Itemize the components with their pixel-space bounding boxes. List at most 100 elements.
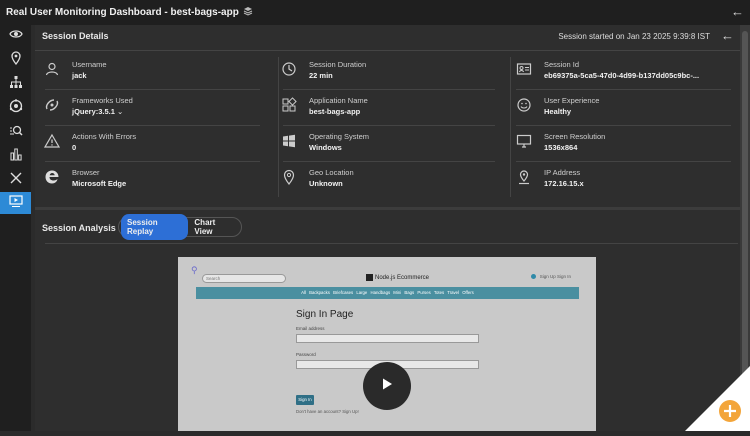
field-browser: Browser Microsoft Edge — [40, 161, 255, 197]
field-value: jack — [72, 71, 87, 80]
monitor-icon — [516, 133, 532, 149]
replay-heading: Sign In Page — [296, 309, 354, 320]
replay-email-label: Email address — [296, 326, 325, 331]
field-label: Operating System — [309, 132, 370, 141]
field-value: jQuery:3.5.1 ⌄ — [72, 107, 123, 116]
replay-search-input: Search — [202, 274, 286, 283]
chevron-down-icon[interactable]: ⌄ — [117, 107, 123, 116]
field-label: Actions With Errors — [72, 132, 137, 141]
zoom-plus-icon — [685, 366, 686, 367]
field-user-experience: User Experience Healthy — [512, 89, 727, 125]
network-icon — [9, 98, 23, 118]
smiley-icon — [516, 97, 532, 113]
main-panel: Session Details Session started on Jan 2… — [35, 25, 740, 431]
divider — [35, 50, 740, 51]
sidebar-item-location[interactable] — [0, 49, 31, 71]
divider — [283, 161, 495, 162]
edge-icon — [44, 169, 60, 185]
replay-links-text: Sign Up Sign In — [539, 274, 571, 279]
hierarchy-icon — [9, 75, 23, 94]
field-value: 0 — [72, 143, 77, 152]
field-username: Username jack — [40, 53, 255, 89]
field-label: Username — [72, 60, 107, 69]
sidebar-item-hierarchy[interactable] — [0, 73, 31, 95]
divider — [510, 57, 511, 197]
field-label: Session Duration — [309, 60, 367, 69]
field-geo-location: Geo Location Unknown — [277, 161, 492, 197]
field-value: 172.16.15.x — [544, 179, 584, 188]
divider — [45, 161, 260, 162]
field-ip-address: IP Address 172.16.15.x — [512, 161, 727, 197]
sidebar-item-session-replay[interactable] — [0, 192, 31, 214]
location-pin-icon — [281, 169, 297, 185]
field-frameworks-used[interactable]: Frameworks Used jQuery:3.5.1 ⌄ — [40, 89, 255, 125]
play-button[interactable] — [363, 362, 411, 410]
replay-note: Don't have an account? Sign Up! — [296, 409, 359, 414]
field-session-id: Session Id eb69375a-5ca5-47d0-4d99-b137d… — [512, 53, 727, 89]
sidebar-item-search-analysis[interactable] — [0, 121, 31, 143]
field-actions-with-errors: Actions With Errors 0 — [40, 125, 255, 161]
field-label: Application Name — [309, 96, 368, 105]
close-icon — [9, 171, 23, 190]
sidebar — [0, 25, 31, 431]
field-label: Session Id — [544, 60, 580, 69]
divider — [516, 89, 731, 90]
session-started: Session started on Jan 23 2025 9:39:8 IS… — [558, 32, 710, 41]
divider — [45, 243, 738, 244]
sidebar-item-charts[interactable] — [0, 145, 31, 167]
replay-signin-button: Sign In — [296, 395, 314, 405]
sidebar-item-close[interactable] — [0, 169, 31, 191]
field-value: 22 min — [309, 71, 333, 80]
field-screen-resolution: Screen Resolution 1536x864 — [512, 125, 727, 161]
sidebar-item-network[interactable] — [0, 97, 31, 119]
field-value: 1536x864 — [544, 143, 578, 152]
view-toggle: Session Replay Chart View — [118, 214, 242, 240]
replay-brand: Node.js Ecommerce — [366, 274, 429, 281]
location-pin-icon — [9, 50, 23, 70]
field-value: Windows — [309, 143, 342, 152]
user-icon — [44, 61, 60, 77]
arrow-left-icon[interactable]: ← — [721, 28, 734, 43]
field-value: Healthy — [544, 107, 572, 116]
clock-icon — [281, 61, 297, 77]
replay-links: Sign Up Sign In — [530, 274, 571, 280]
section-separator — [35, 207, 740, 210]
react-icon — [44, 97, 60, 113]
zoom-plus-badge[interactable] — [685, 366, 750, 431]
sidebar-item-eye[interactable] — [0, 25, 31, 47]
window-title: Real User Monitoring Dashboard - best-ba… — [6, 7, 239, 18]
session-analysis-title: Session Analysis — [42, 223, 116, 233]
session-replay-icon — [8, 194, 23, 213]
apps-grid-icon — [281, 97, 297, 113]
arrow-left-icon[interactable]: ← — [731, 4, 744, 19]
title-bar: Real User Monitoring Dashboard - best-ba… — [0, 0, 750, 25]
warning-icon — [43, 133, 61, 149]
field-label: Frameworks Used — [72, 96, 133, 105]
cart-icon — [530, 274, 536, 280]
divider — [283, 89, 495, 90]
field-value: eb69375a-5ca5-47d0-4d99-b137dd05c9bc-... — [544, 71, 700, 80]
divider — [45, 89, 260, 90]
tab-session-replay[interactable]: Session Replay — [121, 214, 189, 240]
field-value: Unknown — [309, 179, 343, 188]
divider — [516, 161, 731, 162]
search-analysis-icon — [9, 123, 23, 142]
ip-location-icon — [516, 169, 532, 185]
play-icon — [380, 377, 394, 396]
field-value: Microsoft Edge — [72, 179, 127, 188]
replay-email-input — [296, 334, 479, 343]
field-label: User Experience — [544, 96, 600, 105]
field-operating-system: Operating System Windows — [277, 125, 492, 161]
field-value: best-bags-app — [309, 107, 361, 116]
scrollbar-thumb[interactable] — [742, 31, 748, 421]
field-label: Screen Resolution — [544, 132, 606, 141]
divider — [45, 125, 260, 126]
bar-chart-icon — [9, 147, 23, 166]
session-details-title: Session Details — [42, 31, 109, 41]
session-replay-player[interactable]: ⚲ Search Node.js Ecommerce Sign Up Sign … — [178, 257, 596, 431]
zoom-icon[interactable]: ⚲ — [191, 265, 198, 276]
replay-nav: All Backpacks Briefcases Large Handbags … — [196, 287, 579, 299]
eye-icon — [8, 27, 23, 46]
field-label: Geo Location — [309, 168, 354, 177]
tab-chart-view[interactable]: Chart View — [188, 214, 239, 240]
